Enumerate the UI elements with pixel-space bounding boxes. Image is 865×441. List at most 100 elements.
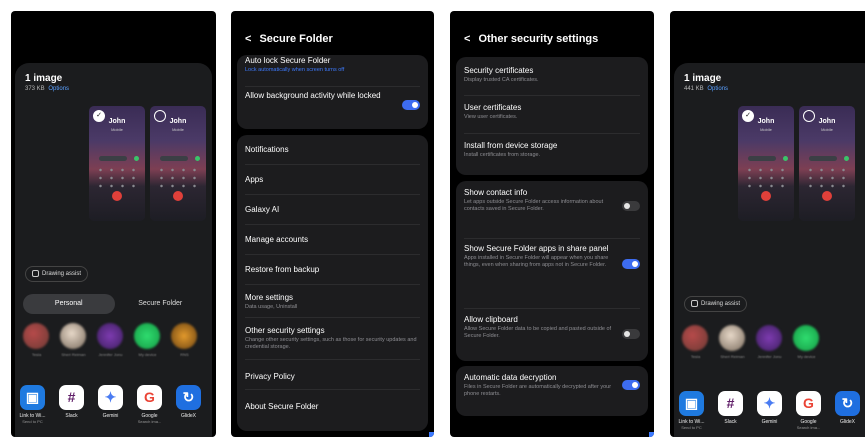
share-app-row: ▣ Link to Wi... Send to PC # Slack ✦ Gemini … bbox=[17, 385, 204, 424]
show-contact-info-toggle[interactable] bbox=[622, 201, 640, 211]
menu-item-galaxy-ai[interactable]: Galaxy AI bbox=[237, 194, 428, 224]
app-label: GlideX bbox=[180, 413, 196, 419]
app-gemini[interactable]: ✦ Gemini bbox=[95, 385, 126, 424]
background-activity-toggle[interactable] bbox=[402, 100, 420, 110]
app-link-to-windows[interactable]: ▣ Link to Wi... Send to PC bbox=[17, 385, 48, 424]
menu-item-notifications[interactable]: Notifications bbox=[237, 135, 428, 164]
share-sheet-screen-left: 1 image 373 KB Options ✓ John Mobile Joh… bbox=[11, 11, 216, 437]
contact-item[interactable]: My device bbox=[793, 325, 820, 359]
app-link-to-windows[interactable]: ▣ Link to Wi... Send to PC bbox=[676, 391, 707, 430]
direct-share-contacts: Tesla Sheri Reiman Jennifer Jonu My devi… bbox=[682, 325, 820, 359]
menu-item-label: Restore from backup bbox=[245, 265, 320, 274]
menu-item-privacy-policy[interactable]: Privacy Policy bbox=[237, 359, 428, 389]
security-certificates-row[interactable]: Security certificates Display trusted CA … bbox=[456, 57, 648, 95]
menu-item-more-settings[interactable]: More settings Data usage, Uninstall bbox=[237, 284, 428, 317]
tab-personal[interactable]: Personal bbox=[23, 294, 115, 314]
auto-lock-row[interactable]: Auto lock Secure Folder Lock automatical… bbox=[237, 55, 428, 86]
back-arrow-icon[interactable]: < bbox=[245, 33, 251, 45]
app-glidex[interactable]: ↻ GlideX bbox=[173, 385, 204, 424]
contact-name: Tesla bbox=[31, 352, 42, 357]
thumb-contact-sub: Mobile bbox=[172, 127, 184, 132]
contact-name: My device bbox=[797, 354, 816, 359]
avatar bbox=[97, 323, 123, 349]
corner-marker bbox=[429, 432, 434, 437]
image-thumbnail[interactable]: ✓ John Mobile bbox=[738, 106, 794, 221]
app-label: GlideX bbox=[839, 419, 855, 425]
app-gemini[interactable]: ✦ Gemini bbox=[754, 391, 785, 430]
install-from-storage-row[interactable]: Install from device storage Install certi… bbox=[456, 133, 648, 175]
menu-item-about[interactable]: About Secure Folder bbox=[237, 389, 428, 419]
drawing-assist-label: Drawing assist bbox=[701, 301, 741, 307]
contact-item[interactable]: Sheri Reiman bbox=[60, 323, 87, 357]
thumb-keypad bbox=[95, 166, 139, 190]
avatar bbox=[793, 325, 819, 351]
file-size: 441 KB bbox=[684, 86, 704, 92]
contact-name: Sheri Reiman bbox=[720, 354, 745, 359]
avatar bbox=[60, 323, 86, 349]
row-sub: Let apps outside Secure Folder access in… bbox=[464, 199, 604, 212]
menu-item-label: About Secure Folder bbox=[245, 402, 319, 411]
allow-clipboard-toggle[interactable] bbox=[622, 329, 640, 339]
options-link[interactable]: Options bbox=[707, 86, 728, 92]
contact-item[interactable]: Sheri Reiman bbox=[719, 325, 746, 359]
end-call-icon bbox=[822, 191, 832, 201]
google-icon: G bbox=[796, 391, 821, 416]
row-title: Allow clipboard bbox=[464, 315, 518, 324]
tab-secure-folder[interactable]: Secure Folder bbox=[115, 294, 207, 314]
image-thumbnails: ✓ John Mobile John Mobile bbox=[738, 106, 855, 221]
allow-clipboard-row[interactable]: Allow clipboard Allow Secure Folder data… bbox=[456, 308, 648, 361]
menu-item-label: Other security settings bbox=[245, 326, 325, 335]
app-google[interactable]: G Google Search ima... bbox=[793, 391, 824, 430]
automatic-decryption-toggle[interactable] bbox=[622, 380, 640, 390]
contact-item[interactable]: My device bbox=[134, 323, 161, 357]
secure-folder-menu-card: Notifications Apps Galaxy AI Manage acco… bbox=[237, 135, 428, 431]
app-slack[interactable]: # Slack bbox=[56, 385, 87, 424]
share-title: 1 image bbox=[25, 73, 63, 84]
end-call-icon bbox=[112, 191, 122, 201]
show-contact-info-row[interactable]: Show contact info Let apps outside Secur… bbox=[456, 181, 648, 238]
options-link[interactable]: Options bbox=[48, 86, 69, 92]
thumb-contact-name: John bbox=[169, 118, 187, 125]
avatar bbox=[23, 323, 49, 349]
thumb-contact-name: John bbox=[818, 118, 836, 125]
page-header: < Other security settings bbox=[464, 33, 598, 45]
row-sub: Install certificates from storage. bbox=[464, 152, 541, 158]
page-header: < Secure Folder bbox=[245, 33, 333, 45]
share-subtitle: 441 KB Options bbox=[684, 86, 728, 92]
thumb-keypad bbox=[805, 166, 849, 190]
share-sheet-screen-right: 1 image 441 KB Options ✓ John Mobile Joh… bbox=[670, 11, 865, 437]
page-title: Secure Folder bbox=[259, 33, 333, 45]
show-apps-share-panel-row[interactable]: Show Secure Folder apps in share panel A… bbox=[456, 238, 648, 308]
image-thumbnail[interactable]: John Mobile bbox=[150, 106, 206, 221]
automatic-decryption-row[interactable]: Automatic data decryption Files in Secur… bbox=[456, 366, 648, 416]
back-arrow-icon[interactable]: < bbox=[464, 33, 470, 45]
menu-item-manage-accounts[interactable]: Manage accounts bbox=[237, 224, 428, 254]
menu-item-apps[interactable]: Apps bbox=[237, 164, 428, 194]
menu-item-other-security[interactable]: Other security settings Change other secu… bbox=[237, 317, 428, 359]
direct-share-contacts: Tesla Sheri Reiman Jennifer Jonu My devi… bbox=[23, 323, 198, 357]
profile-tabs: Personal Secure Folder bbox=[23, 294, 206, 314]
show-apps-share-panel-toggle[interactable] bbox=[622, 259, 640, 269]
background-activity-title: Allow background activity while locked bbox=[245, 91, 381, 100]
thumb-contact-name: John bbox=[108, 118, 126, 125]
contact-item[interactable]: Jennifer Jonu bbox=[97, 323, 124, 357]
contact-item[interactable]: Tesla bbox=[682, 325, 709, 359]
contact-item[interactable]: RNS bbox=[171, 323, 198, 357]
app-google[interactable]: G Google Search ima... bbox=[134, 385, 165, 424]
app-slack[interactable]: # Slack bbox=[715, 391, 746, 430]
drawing-assist-button[interactable]: Drawing assist bbox=[25, 266, 89, 282]
auto-lock-title: Auto lock Secure Folder bbox=[245, 56, 331, 65]
contact-name: Sheri Reiman bbox=[61, 352, 86, 357]
menu-item-restore-backup[interactable]: Restore from backup bbox=[237, 254, 428, 284]
image-thumbnail[interactable]: John Mobile bbox=[799, 106, 855, 221]
user-certificates-row[interactable]: User certificates View user certificates. bbox=[456, 95, 648, 133]
background-activity-row[interactable]: Allow background activity while locked bbox=[237, 86, 428, 129]
drawing-assist-button[interactable]: Drawing assist bbox=[684, 296, 748, 312]
image-thumbnail[interactable]: ✓ John Mobile bbox=[89, 106, 145, 221]
row-sub: Files in Secure Folder are automatically… bbox=[464, 384, 612, 397]
corner-marker bbox=[649, 432, 654, 437]
contact-item[interactable]: Jennifer Jonu bbox=[756, 325, 783, 359]
contact-item[interactable]: Tesla bbox=[23, 323, 50, 357]
avatar bbox=[171, 323, 197, 349]
app-glidex[interactable]: ↻ GlideX bbox=[832, 391, 863, 430]
